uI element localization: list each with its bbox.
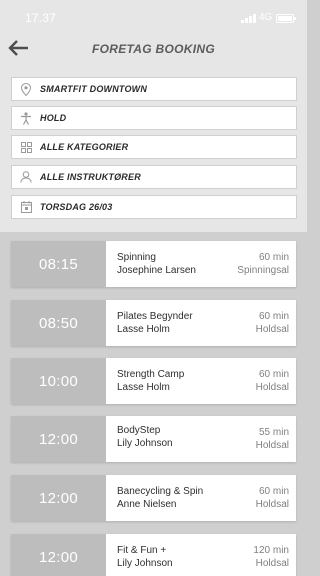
class-instructor: Josephine Larsen	[117, 265, 196, 276]
page-title: FORETAG BOOKING	[92, 42, 215, 56]
class-room: Holdsal	[255, 558, 289, 569]
class-name: Strength Camp	[117, 369, 185, 380]
class-list: 08:15 Spinning Josephine Larsen 60 min S…	[0, 232, 307, 576]
booking-screen: 17.37 4G FORETAG BOOKING SMARTFIT DOWNTO…	[0, 0, 307, 576]
filter-date-label: TORSDAG 26/03	[40, 202, 113, 212]
person-icon	[12, 107, 40, 129]
signal-icon	[241, 14, 256, 23]
filter-instructor-label: ALLE INSTRUKTØRER	[40, 172, 141, 182]
class-info: Pilates Begynder Lasse Holm 60 min Holds…	[106, 300, 296, 346]
filter-type[interactable]: HOLD	[11, 106, 297, 130]
calendar-icon	[12, 196, 40, 218]
grid-icon	[12, 136, 40, 158]
class-name: BodyStep	[117, 425, 161, 436]
class-duration: 60 min	[258, 252, 289, 263]
class-card[interactable]: 10:00 Strength Camp Lasse Holm 60 min Ho…	[11, 358, 296, 404]
class-info: BodyStep Lily Johnson 55 min Holdsal	[106, 416, 296, 462]
class-card[interactable]: 08:15 Spinning Josephine Larsen 60 min S…	[11, 241, 296, 287]
class-time: 08:15	[11, 241, 106, 287]
filter-location-label: SMARTFIT DOWNTOWN	[40, 84, 148, 94]
header-area: 17.37 4G FORETAG BOOKING SMARTFIT DOWNTO…	[0, 0, 307, 232]
class-info: Banecycling & Spin Anne Nielsen 60 min H…	[106, 475, 296, 521]
class-instructor: Lasse Holm	[117, 324, 170, 335]
class-time: 08:50	[11, 300, 106, 346]
class-card[interactable]: 08:50 Pilates Begynder Lasse Holm 60 min…	[11, 300, 296, 346]
class-info: Spinning Josephine Larsen 60 min Spinnin…	[106, 241, 296, 287]
class-name: Spinning	[117, 252, 156, 263]
class-card[interactable]: 12:00 Banecycling & Spin Anne Nielsen 60…	[11, 475, 296, 521]
status-bar: 17.37 4G	[0, 0, 307, 28]
class-time: 12:00	[11, 416, 106, 462]
class-duration: 120 min	[253, 545, 289, 556]
filter-category[interactable]: ALLE KATEGORIER	[11, 135, 297, 159]
filter-category-label: ALLE KATEGORIER	[40, 142, 129, 152]
class-room: Holdsal	[255, 440, 289, 451]
filter-type-label: HOLD	[40, 113, 67, 123]
class-card[interactable]: 12:00 BodyStep Lily Johnson 55 min Holds…	[11, 416, 296, 462]
class-info: Fit & Fun + Lily Johnson 120 min Holdsal	[106, 534, 296, 576]
network-label: 4G	[259, 12, 273, 23]
class-name: Fit & Fun +	[117, 545, 167, 556]
battery-icon	[276, 14, 296, 23]
user-icon	[12, 166, 40, 188]
class-instructor: Lily Johnson	[117, 558, 173, 569]
filter-date[interactable]: TORSDAG 26/03	[11, 195, 297, 219]
class-room: Holdsal	[255, 324, 289, 335]
class-room: Spinningsal	[237, 265, 289, 276]
location-pin-icon	[12, 78, 40, 100]
class-room: Holdsal	[255, 382, 289, 393]
filter-location[interactable]: SMARTFIT DOWNTOWN	[11, 77, 297, 101]
class-room: Holdsal	[255, 499, 289, 510]
class-time: 12:00	[11, 534, 106, 576]
class-instructor: Anne Nielsen	[117, 499, 177, 510]
class-instructor: Lasse Holm	[117, 382, 170, 393]
status-time: 17.37	[25, 11, 57, 25]
class-time: 10:00	[11, 358, 106, 404]
class-name: Banecycling & Spin	[117, 486, 204, 497]
class-instructor: Lily Johnson	[117, 438, 173, 449]
class-duration: 60 min	[258, 486, 289, 497]
class-card[interactable]: 12:00 Fit & Fun + Lily Johnson 120 min H…	[11, 534, 296, 576]
class-info: Strength Camp Lasse Holm 60 min Holdsal	[106, 358, 296, 404]
class-duration: 60 min	[258, 369, 289, 380]
filter-instructor[interactable]: ALLE INSTRUKTØRER	[11, 165, 297, 189]
class-time: 12:00	[11, 475, 106, 521]
class-duration: 60 min	[258, 311, 289, 322]
class-duration: 55 min	[258, 427, 289, 438]
class-name: Pilates Begynder	[117, 311, 193, 322]
